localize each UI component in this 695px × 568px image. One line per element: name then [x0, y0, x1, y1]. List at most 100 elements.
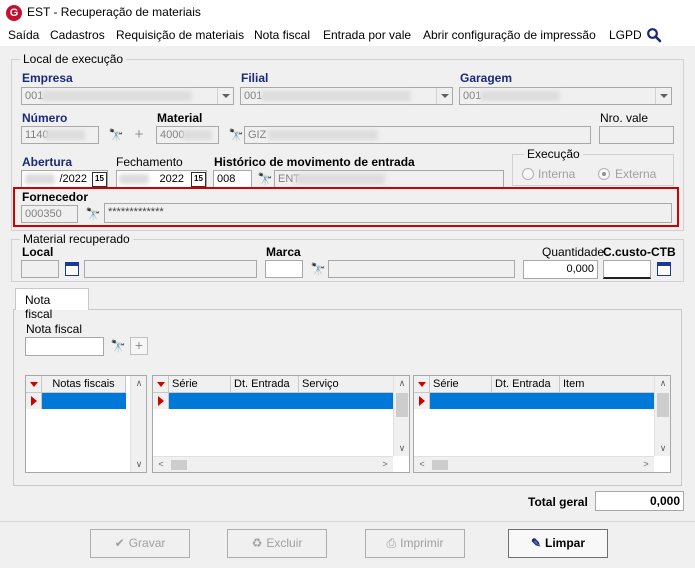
calendar-icon[interactable]: 15	[191, 172, 206, 187]
local-code-input[interactable]	[21, 260, 59, 278]
table-row[interactable]	[42, 393, 126, 409]
grid-vscrollbar[interactable]: ∧ ∨	[654, 376, 670, 456]
grid-column-header[interactable]: Dt. Entrada	[492, 376, 560, 393]
scroll-up-icon[interactable]: ∧	[655, 378, 670, 389]
execucao-externa-radio[interactable]	[598, 168, 610, 180]
series-item-grid[interactable]: Série Dt. Entrada Item ∧ ∨ < >	[413, 375, 671, 473]
excluir-button[interactable]: ♻ Excluir	[227, 529, 327, 558]
grid-column-header[interactable]: Série	[430, 376, 492, 393]
scroll-down-icon[interactable]: ∨	[394, 443, 409, 454]
filial-label: Filial	[241, 71, 269, 85]
delete-icon: ♻	[251, 536, 263, 550]
chevron-down-icon[interactable]	[217, 88, 233, 104]
grid-hscrollbar[interactable]: < >	[153, 456, 393, 472]
nro-vale-input[interactable]	[599, 126, 674, 144]
fechamento-date-value: 2022	[159, 173, 184, 185]
empresa-label: Empresa	[22, 71, 73, 85]
table-row[interactable]	[169, 393, 394, 409]
chevron-down-icon[interactable]	[436, 88, 452, 104]
scroll-left-icon[interactable]: <	[153, 459, 169, 469]
material-code-redacted	[182, 130, 212, 140]
binoculars-icon[interactable]: 🔭	[110, 339, 126, 353]
scroll-down-icon[interactable]: ∨	[655, 443, 670, 454]
add-nota-button[interactable]: +	[130, 337, 148, 355]
grid-column-header[interactable]: Dt. Entrada	[231, 376, 299, 393]
grid-indicator-header	[153, 376, 169, 393]
scroll-thumb[interactable]	[396, 393, 408, 417]
menu-requisicao[interactable]: Requisição de materiais	[116, 28, 244, 42]
scroll-down-icon[interactable]: ∨	[131, 459, 146, 470]
scroll-thumb[interactable]	[657, 393, 669, 417]
binoculars-icon[interactable]: 🔭	[228, 128, 244, 142]
search-icon[interactable]	[646, 27, 662, 43]
calendar-icon[interactable]: 15	[92, 172, 107, 187]
grid-row-indicator	[26, 393, 42, 409]
total-geral-label: Total geral	[528, 495, 588, 509]
nota-fiscal-input[interactable]	[25, 337, 104, 356]
numero-redacted	[45, 130, 85, 140]
menu-entrada-por-vale[interactable]: Entrada por vale	[323, 28, 411, 42]
checkmark-icon: ✔	[114, 536, 125, 550]
ccusto-input[interactable]	[603, 260, 651, 279]
app-logo-icon: G	[6, 5, 22, 21]
execucao-interna-radio[interactable]	[522, 168, 534, 180]
empresa-redacted	[42, 91, 192, 101]
marca-desc-input	[328, 260, 515, 278]
calendar-lookup-icon[interactable]	[657, 262, 671, 276]
historico-code-input[interactable]: 008	[213, 170, 252, 188]
series-servico-grid[interactable]: Série Dt. Entrada Serviço ∧ ∨ < >	[152, 375, 410, 473]
menu-nota-fiscal[interactable]: Nota fiscal	[254, 28, 310, 42]
material-recuperado-legend: Material recuperado	[20, 232, 133, 246]
nro-vale-label: Nro. vale	[600, 111, 649, 125]
grid-row-indicator	[153, 393, 169, 409]
execucao-legend: Execução	[524, 147, 583, 161]
broom-icon: ✎	[530, 536, 542, 550]
gravar-button[interactable]: ✔ Gravar	[90, 529, 190, 558]
window-title: EST - Recuperação de materiais	[27, 5, 201, 19]
tab-nota-fiscal[interactable]: Nota fiscal	[15, 288, 89, 321]
grid-column-header[interactable]: Serviço	[299, 376, 394, 393]
imprimir-button[interactable]: ⎙ Imprimir	[365, 529, 465, 558]
menu-lgpd[interactable]: LGPD	[609, 28, 642, 42]
scroll-left-icon[interactable]: <	[414, 459, 430, 469]
scroll-right-icon[interactable]: >	[377, 459, 393, 469]
abertura-date-value: /2022	[59, 173, 87, 185]
scroll-right-icon[interactable]: >	[638, 459, 654, 469]
grid-column-header[interactable]: Série	[169, 376, 231, 393]
calendar-lookup-icon[interactable]	[65, 262, 79, 276]
numero-label: Número	[22, 111, 68, 125]
grid-row-indicator	[414, 393, 430, 409]
scroll-up-icon[interactable]: ∧	[131, 378, 146, 389]
quantidade-input[interactable]: 0,000	[523, 260, 598, 279]
abertura-label: Abertura	[22, 155, 73, 169]
binoculars-icon[interactable]: 🔭	[257, 172, 273, 186]
grid-column-header[interactable]: Notas fiscais	[42, 376, 126, 393]
chevron-down-icon[interactable]	[655, 88, 671, 104]
gravar-label: Gravar	[128, 536, 166, 550]
menu-saida[interactable]: Saída	[8, 28, 39, 42]
grid-vscrollbar[interactable]: ∧ ∨	[393, 376, 409, 456]
historico-label: Histórico de movimento de entrada	[214, 155, 415, 169]
garagem-redacted	[480, 91, 560, 101]
table-row[interactable]	[430, 393, 655, 409]
limpar-button[interactable]: ✎ Limpar	[508, 529, 608, 558]
execucao-externa-label: Externa	[615, 167, 657, 181]
scroll-thumb[interactable]	[171, 460, 187, 470]
binoculars-icon[interactable]: 🔭	[310, 262, 326, 276]
scroll-thumb[interactable]	[432, 460, 448, 470]
binoculars-icon[interactable]: 🔭	[108, 128, 124, 142]
local-desc-input	[84, 260, 257, 278]
marca-label: Marca	[266, 245, 301, 259]
grid-hscrollbar[interactable]: < >	[414, 456, 654, 472]
menu-abrir-config-impressao[interactable]: Abrir configuração de impressão	[423, 28, 596, 42]
fechamento-redacted	[119, 174, 149, 184]
scroll-up-icon[interactable]: ∧	[394, 378, 409, 389]
grid-column-header[interactable]: Item	[560, 376, 655, 393]
plus-icon[interactable]: +	[132, 127, 146, 142]
notas-fiscais-grid[interactable]: Notas fiscais ∧ ∨	[25, 375, 147, 473]
menu-cadastros[interactable]: Cadastros	[50, 28, 105, 42]
abertura-redacted	[25, 174, 55, 184]
fechamento-label: Fechamento	[116, 155, 183, 169]
marca-code-input[interactable]	[265, 260, 303, 278]
grid-vscrollbar[interactable]: ∧ ∨	[130, 376, 146, 472]
